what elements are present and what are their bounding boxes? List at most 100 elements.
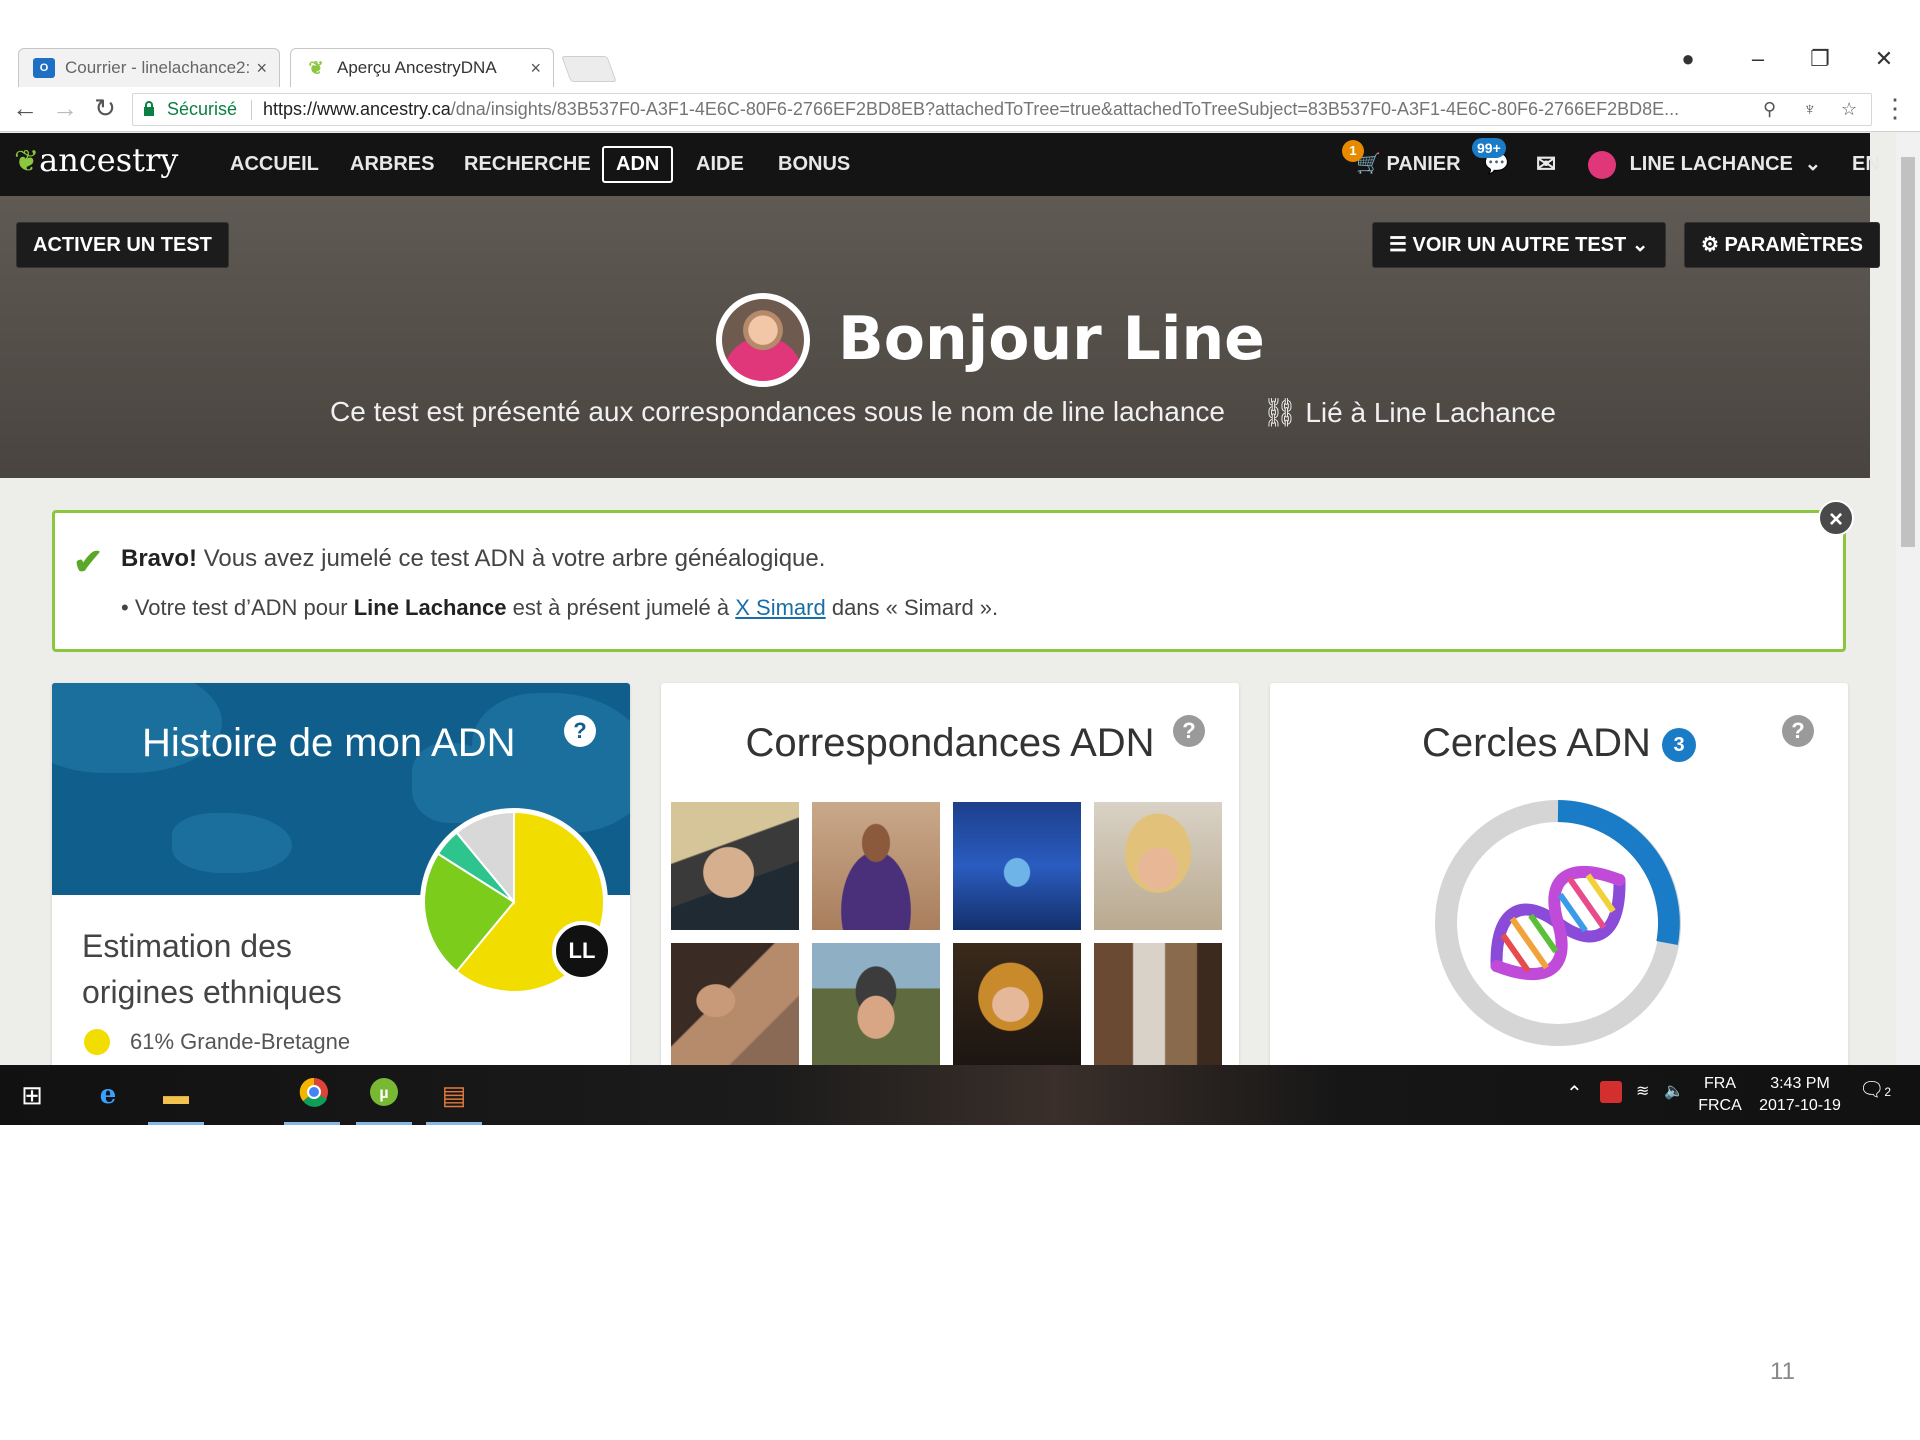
card-dna-circles[interactable]: Cercles ADN 3 ? — [1270, 683, 1848, 1125]
linked-tree-link[interactable]: ⛓ Lié à Line Lachance — [1262, 396, 1556, 429]
tray-expand-icon[interactable]: ⌃ — [1566, 1083, 1583, 1105]
close-icon[interactable]: × — [1818, 500, 1854, 536]
cart-button[interactable]: 1 🛒 PANIER — [1342, 140, 1461, 183]
settings-button[interactable]: ⚙ PARAMÈTRES — [1684, 222, 1881, 268]
start-icon[interactable]: ⊞ — [14, 1077, 50, 1113]
messages-badge: 99+ — [1472, 138, 1506, 158]
clock[interactable]: 3:43 PM 2017-10-19 — [1754, 1073, 1846, 1117]
alert-message: Bravo! Vous avez jumelé ce test ADN à vo… — [121, 545, 826, 572]
back-icon[interactable]: ← — [8, 93, 42, 124]
antivirus-icon[interactable] — [1600, 1081, 1622, 1103]
profile-icon[interactable]: ● — [1668, 46, 1708, 72]
minimize-icon[interactable]: – — [1738, 46, 1778, 72]
new-tab-button[interactable] — [561, 56, 617, 82]
language-toggle[interactable]: EN — [1852, 146, 1880, 183]
match-photo[interactable] — [671, 802, 799, 930]
scrollbar-thumb[interactable] — [1901, 157, 1915, 547]
url-text: https://www.ancestry.ca/dna/insights/83B… — [263, 99, 1680, 119]
lock-icon — [144, 101, 154, 116]
user-name: LINE LACHANCE — [1629, 153, 1793, 175]
close-icon[interactable]: × — [530, 49, 541, 87]
wifi-icon[interactable]: ≋ — [1636, 1081, 1649, 1103]
checkmark-icon: ✔ — [73, 541, 104, 582]
mail-icon[interactable]: ✉ — [1536, 146, 1556, 183]
url-field[interactable]: Sécurisé https://www.ancestry.ca/dna/ins… — [132, 93, 1872, 126]
match-photo[interactable] — [1094, 802, 1222, 930]
card-dna-matches[interactable]: Correspondances ADN ? — [661, 683, 1239, 1125]
extension-icon[interactable]: ♆ — [1803, 94, 1817, 125]
match-photo[interactable] — [671, 943, 799, 1071]
tab-courrier[interactable]: O Courrier - linelachance2: × — [18, 48, 280, 87]
card-title: Cercles ADN 3 — [1270, 721, 1848, 766]
nav-adn[interactable]: ADN — [602, 146, 674, 183]
chevron-down-icon: ⌄ — [1631, 234, 1649, 256]
card-title: Histoire de mon ADN — [142, 721, 516, 765]
greeting: Bonjour Line — [838, 304, 1265, 374]
close-window-icon[interactable]: ✕ — [1864, 46, 1904, 72]
windows-taskbar: ⊞ e ▬ µ ▤ ⌃ ≋ 🔈 FRA FRCA 3:43 PM 2017-10-1… — [0, 1065, 1920, 1125]
menu-icon[interactable]: ⋮ — [1878, 93, 1912, 124]
match-name-text: Ce test est présenté aux correspondances… — [330, 396, 1225, 427]
browser-tab-strip: O Courrier - linelachance2: × ❦ Aperçu A… — [0, 40, 1920, 87]
avatar — [1588, 150, 1616, 179]
outlook-icon: O — [33, 58, 55, 78]
nav-accueil[interactable]: ACCUEIL — [218, 146, 331, 183]
match-photo[interactable] — [953, 943, 1081, 1071]
match-photo[interactable] — [953, 802, 1081, 930]
screenshot: O Courrier - linelachance2: × ❦ Aperçu A… — [0, 40, 1920, 1125]
file-explorer-icon[interactable]: ▬ — [158, 1077, 194, 1113]
card-title: Correspondances ADN — [745, 721, 1155, 765]
match-photo[interactable] — [1094, 943, 1222, 1071]
nav-recherche[interactable]: RECHERCHE — [452, 146, 603, 183]
help-icon[interactable]: ? — [564, 715, 596, 747]
profile-avatar — [716, 293, 810, 387]
reload-icon[interactable]: ↻ — [88, 93, 122, 124]
card-dna-story[interactable]: Histoire de mon ADN ? LL Estimation des … — [52, 683, 630, 1125]
tree-icon: ⛓ — [1262, 397, 1298, 428]
chevron-down-icon: ⌄ — [1804, 153, 1822, 175]
cart-label: PANIER — [1386, 153, 1461, 175]
utorrent-icon[interactable]: µ — [366, 1077, 402, 1113]
close-icon[interactable]: × — [256, 49, 267, 87]
volume-icon[interactable]: 🔈 — [1664, 1081, 1684, 1103]
edge-icon[interactable]: e — [90, 1077, 126, 1113]
nav-arbres[interactable]: ARBRES — [338, 146, 446, 183]
success-alert: ✔ Bravo! Vous avez jumelé ce test ADN à … — [52, 510, 1846, 652]
ancestry-leaf-icon: ❦ — [308, 58, 324, 78]
slide-number: 11 — [1770, 1358, 1795, 1385]
activate-test-button[interactable]: ACTIVER UN TEST — [16, 222, 229, 268]
help-icon[interactable]: ? — [1173, 715, 1205, 747]
cart-badge: 1 — [1342, 140, 1364, 162]
nav-aide[interactable]: AIDE — [684, 146, 756, 183]
user-menu[interactable]: LINE LACHANCE ⌄ — [1588, 146, 1821, 183]
star-icon[interactable]: ☆ — [1841, 94, 1857, 125]
dna-circle-graphic — [1435, 800, 1681, 1046]
tree-person-link[interactable]: X Simard — [735, 595, 825, 620]
action-center-icon: 🗨 — [1858, 1079, 1885, 1101]
list-icon: ☰ — [1389, 234, 1407, 256]
ancestry-logo[interactable]: ❦ancestry — [14, 141, 178, 179]
other-test-button[interactable]: ☰ VOIR UN AUTRE TEST ⌄ — [1372, 222, 1666, 268]
notifications-icon[interactable]: 🗨2 — [1858, 1079, 1892, 1109]
ethnicity-estimate-title: Estimation des origines ethniques — [82, 928, 342, 1010]
restore-icon[interactable]: ❐ — [1800, 46, 1840, 72]
language-indicator[interactable]: FRA FRCA — [1696, 1073, 1744, 1117]
page-scrollbar[interactable] — [1896, 133, 1920, 1065]
alert-detail: • Votre test d’ADN pour Line Lachance es… — [121, 595, 999, 620]
chrome-icon[interactable] — [296, 1077, 332, 1113]
match-photo[interactable] — [812, 943, 940, 1071]
forward-icon[interactable]: → — [48, 93, 82, 124]
help-icon[interactable]: ? — [1782, 715, 1814, 747]
circles-count-badge: 3 — [1662, 728, 1697, 763]
tab-label: Aperçu AncestryDNA — [337, 58, 497, 77]
match-photo[interactable] — [812, 802, 940, 930]
nav-bonus[interactable]: BONUS — [766, 146, 862, 183]
messages-button[interactable]: 99+ 💬 — [1472, 138, 1509, 183]
tab-ancestry[interactable]: ❦ Aperçu AncestryDNA × — [290, 48, 554, 87]
gear-icon: ⚙ — [1701, 234, 1719, 256]
app-icon[interactable]: ▤ — [436, 1077, 472, 1113]
address-bar: ← → ↻ Sécurisé https://www.ancestry.ca/d… — [0, 87, 1920, 132]
tab-label: Courrier - linelachance2: — [65, 58, 251, 77]
hero-banner: ACTIVER UN TEST ☰ VOIR UN AUTRE TEST ⌄ ⚙… — [0, 196, 1881, 478]
zoom-icon[interactable]: ⚲ — [1763, 94, 1776, 125]
